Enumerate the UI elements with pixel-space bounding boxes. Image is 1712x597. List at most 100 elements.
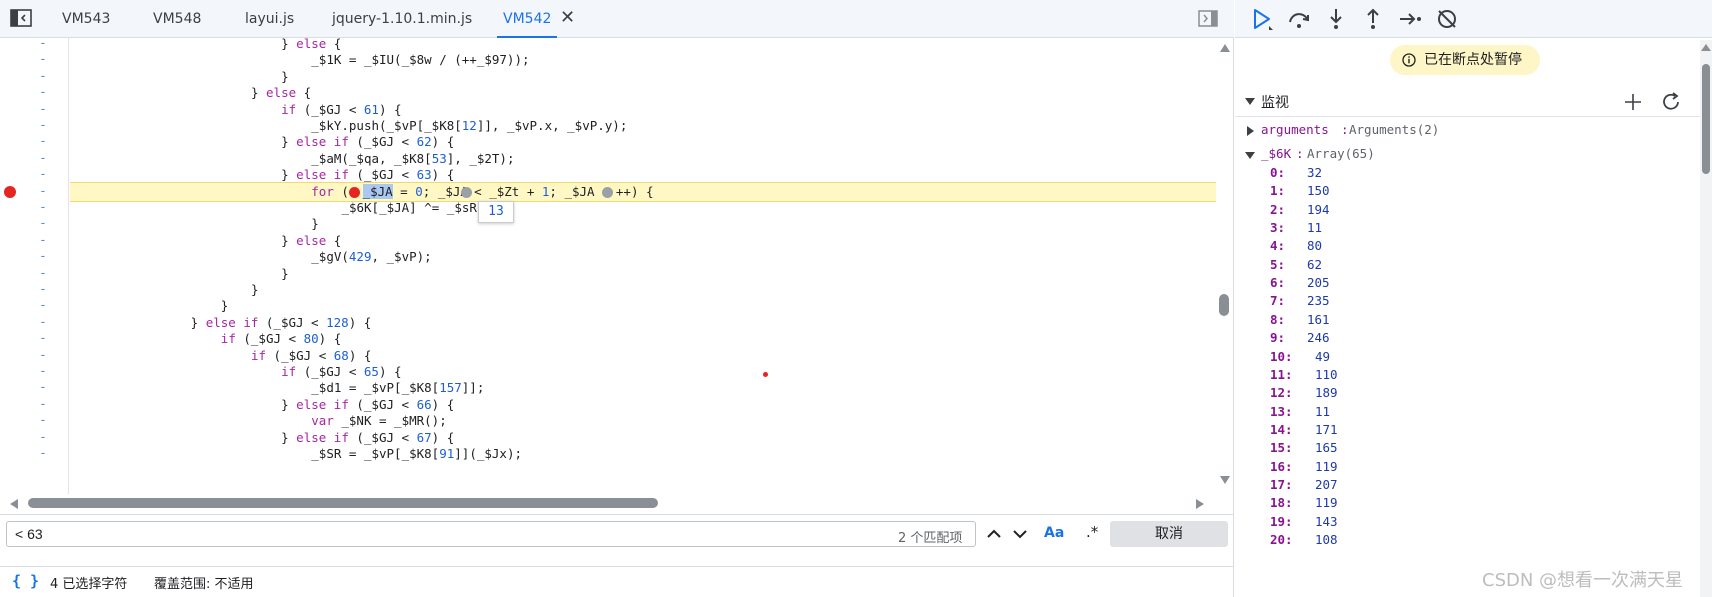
gutter-row[interactable]: -	[0, 133, 69, 151]
array-item[interactable]: 2: 194	[1235, 200, 1700, 220]
array-index: 12:	[1270, 385, 1293, 401]
breakpoint-marker[interactable]	[4, 186, 16, 198]
resume-icon[interactable]	[1249, 6, 1275, 32]
gutter-row[interactable]: -	[0, 248, 69, 266]
tab-layui-js[interactable]: layui.js	[245, 0, 294, 38]
array-item[interactable]: 20: 108	[1235, 530, 1700, 550]
cancel-button[interactable]: 取消	[1110, 521, 1228, 547]
scroll-right-icon[interactable]	[1196, 499, 1204, 509]
code-line[interactable]: if (_$GJ < 80) {	[70, 330, 1216, 348]
step-out-icon[interactable]	[1360, 6, 1386, 32]
search-bar: 2 个匹配项 Aa .* 取消	[0, 514, 1234, 552]
navigator-toggle-icon[interactable]	[10, 9, 32, 27]
array-item[interactable]: 14: 171	[1235, 420, 1700, 440]
array-item[interactable]: 15: 165	[1235, 438, 1700, 458]
scroll-up-icon[interactable]	[1701, 44, 1711, 51]
regex-button[interactable]: .*	[1086, 523, 1098, 541]
step-over-icon[interactable]	[1286, 6, 1312, 32]
line-gutter[interactable]: --------------------------	[0, 38, 69, 494]
watch-item-array[interactable]: _$6K : Array(65)	[1235, 143, 1700, 165]
array-item[interactable]: 10: 49	[1235, 347, 1700, 367]
gutter-row[interactable]: -	[0, 330, 69, 348]
deactivate-breakpoints-icon[interactable]	[1434, 6, 1460, 32]
code-line[interactable]: }	[70, 297, 1216, 315]
debugger-scrollbar[interactable]	[1700, 40, 1712, 597]
code-line[interactable]: _$gV(429, _$vP);	[70, 248, 1216, 266]
array-item[interactable]: 8: 161	[1235, 310, 1700, 330]
array-index: 5:	[1270, 256, 1286, 272]
horizontal-scrollbar[interactable]	[0, 494, 1234, 512]
code-line[interactable]: } else {	[70, 84, 1216, 102]
code-line[interactable]: var _$NK = _$MR();	[70, 412, 1216, 430]
previous-match-icon[interactable]	[982, 522, 1006, 546]
tab-jquery[interactable]: jquery-1.10.1.min.js	[332, 0, 472, 38]
array-index: 11:	[1270, 366, 1293, 382]
match-case-button[interactable]: Aa	[1044, 525, 1064, 541]
gutter-row[interactable]: -	[0, 445, 69, 463]
array-item[interactable]: 12: 189	[1235, 383, 1700, 403]
line-marker: -	[39, 331, 47, 346]
step-icon[interactable]	[1397, 6, 1423, 32]
scroll-down-icon[interactable]	[1220, 476, 1230, 484]
array-item[interactable]: 0: 32	[1235, 163, 1700, 183]
pretty-print-button[interactable]: { }	[12, 572, 39, 590]
source-code[interactable]: } else { _$1K = _$IU(_$8w / (++_$97));} } …	[70, 38, 1216, 494]
gutter-row[interactable]: -	[0, 51, 69, 69]
debugger-scrollbar-thumb[interactable]	[1702, 64, 1710, 174]
search-input[interactable]	[6, 521, 976, 547]
array-index: 19:	[1270, 513, 1293, 529]
inline-breakpoint-icon[interactable]	[348, 187, 360, 198]
gutter-row[interactable]: -	[0, 166, 69, 184]
line-marker: -	[39, 167, 47, 182]
collapse-triangle-icon[interactable]	[1245, 98, 1255, 105]
code-line[interactable]: _$1K = _$IU(_$8w / (++_$97));	[70, 51, 1216, 69]
scrollbar-thumb[interactable]	[1219, 294, 1229, 316]
tab-vm548[interactable]: VM548	[153, 0, 201, 38]
array-item[interactable]: 9: 246	[1235, 328, 1700, 348]
expand-arrow-icon[interactable]	[1247, 126, 1254, 136]
array-item[interactable]: 13: 11	[1235, 402, 1700, 422]
array-item[interactable]: 1: 150	[1235, 181, 1700, 201]
array-item[interactable]: 16: 119	[1235, 457, 1700, 477]
next-match-icon[interactable]	[1008, 522, 1032, 546]
gutter-row[interactable]: -	[0, 84, 69, 102]
watch-section-header[interactable]: 监视	[1235, 86, 1700, 116]
code-line[interactable]: } else if (_$GJ < 62) {	[70, 133, 1216, 151]
array-index: 0:	[1270, 165, 1286, 180]
array-item[interactable]: 4: 80	[1235, 236, 1700, 256]
array-item[interactable]: 18: 119	[1235, 493, 1700, 513]
tab-vm543[interactable]: VM543	[62, 0, 110, 38]
array-item[interactable]: 6: 205	[1235, 273, 1700, 293]
array-item[interactable]: 3: 11	[1235, 218, 1700, 238]
debugger-toggle-icon[interactable]	[1198, 10, 1218, 27]
gutter-row[interactable]: -	[0, 215, 69, 233]
code-line[interactable]: _$d1 = _$vP[_$K8[157]];	[70, 379, 1216, 397]
gutter-row[interactable]: -	[0, 412, 69, 430]
inline-breakpoint-icon[interactable]	[602, 187, 614, 198]
gutter-row[interactable]: -	[0, 297, 69, 315]
scroll-up-icon[interactable]	[1220, 44, 1230, 52]
vertical-scrollbar[interactable]	[1216, 38, 1234, 494]
scroll-left-icon[interactable]	[10, 499, 18, 509]
step-into-icon[interactable]	[1323, 6, 1349, 32]
watch-item-arguments[interactable]: arguments : Arguments(2)	[1235, 119, 1700, 141]
array-item[interactable]: 17: 207	[1235, 475, 1700, 495]
gutter-row[interactable]: -	[0, 379, 69, 397]
array-index: 15:	[1270, 440, 1293, 456]
tab-vm542[interactable]: VM542	[496, 0, 558, 38]
array-item[interactable]: 11: 110	[1235, 365, 1700, 385]
refresh-icon[interactable]	[1660, 91, 1682, 113]
h-scrollbar-thumb[interactable]	[28, 498, 658, 508]
add-watch-icon[interactable]	[1623, 92, 1643, 112]
code-line[interactable]: _$SR = _$vP[_$K8[91]](_$Jx);	[70, 445, 1216, 463]
inline-breakpoint-icon[interactable]	[460, 187, 472, 198]
collapse-arrow-icon[interactable]	[1245, 152, 1255, 159]
code-line[interactable]: }	[70, 215, 1216, 233]
array-value: 165	[1315, 440, 1338, 456]
array-item[interactable]: 7: 235	[1235, 291, 1700, 311]
array-item[interactable]: 19: 143	[1235, 512, 1700, 532]
tab-close-icon[interactable]: ✕	[560, 0, 575, 38]
code-area[interactable]: -------------------------- } else {_$1K …	[0, 38, 1234, 494]
array-item[interactable]: 5: 62	[1235, 255, 1700, 275]
array-index: 6:	[1270, 275, 1286, 291]
